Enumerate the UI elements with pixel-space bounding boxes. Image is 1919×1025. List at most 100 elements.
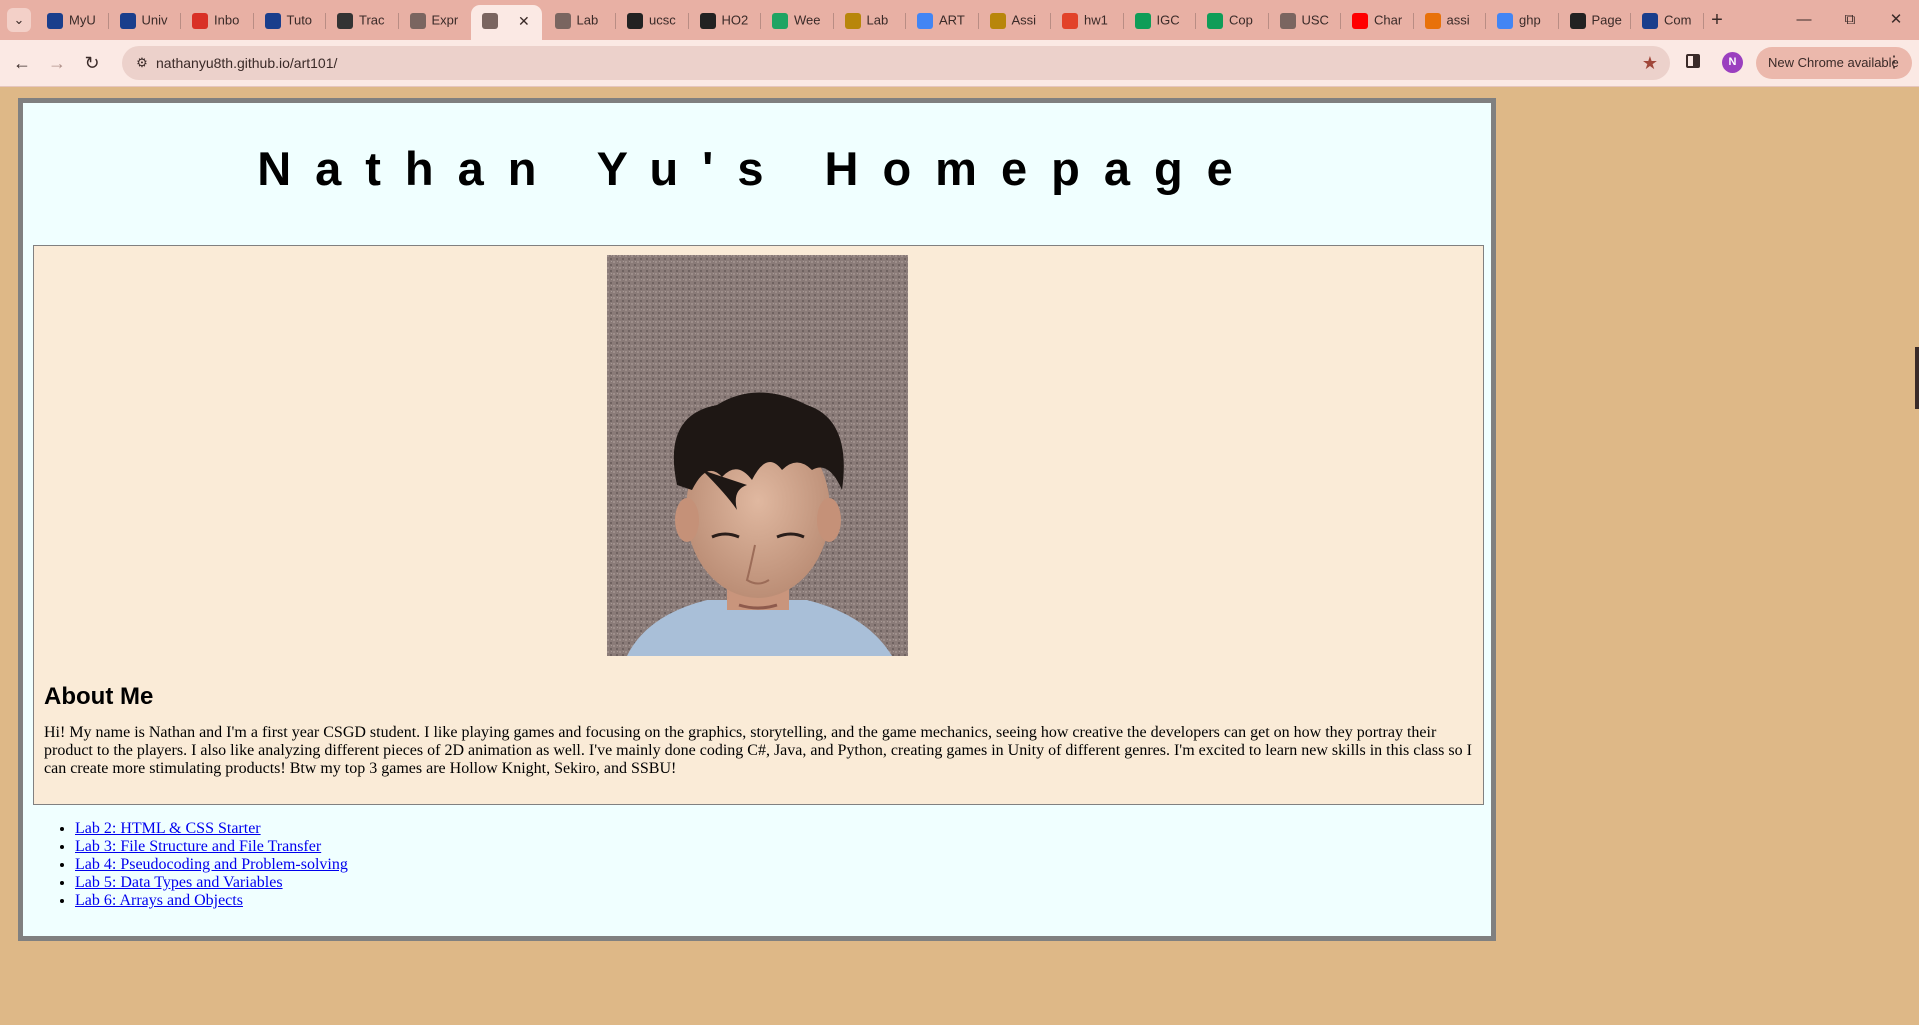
tab-title: USC — [1301, 12, 1329, 28]
tab-title: assi — [1446, 12, 1470, 28]
profile-photo — [607, 255, 908, 656]
tab-12[interactable]: ART — [906, 5, 977, 35]
close-icon: ✕ — [1889, 11, 1903, 28]
forward-button[interactable]: → — [43, 49, 71, 77]
tab-title: Univ — [141, 12, 168, 28]
lab-5-link[interactable]: Lab 5: Data Types and Variables — [75, 874, 283, 891]
lab-links-list: Lab 2: HTML & CSS Starter Lab 3: File St… — [53, 820, 348, 910]
page-title: Nathan Yu's Homepage — [257, 142, 1257, 195]
tab-title: MyU — [69, 12, 96, 28]
tab-22[interactable]: Com — [1631, 5, 1702, 35]
lab-6-link[interactable]: Lab 6: Arrays and Objects — [75, 892, 243, 909]
tab-title: Trac — [359, 12, 385, 28]
lab-3-link[interactable]: Lab 3: File Structure and File Transfer — [75, 838, 321, 855]
tab-0[interactable]: MyU — [36, 5, 107, 35]
tab-title: Cop — [1229, 12, 1253, 28]
page-container: Nathan Yu's Homepage About Me Hi! My nam… — [18, 98, 1496, 941]
back-button[interactable]: ← — [8, 49, 36, 77]
side-panel-icon[interactable] — [1686, 54, 1700, 68]
tab-title: Com — [1664, 12, 1692, 28]
tab-title: ghp — [1519, 12, 1541, 28]
tab-13[interactable]: Assi — [979, 5, 1050, 35]
lab-2-link[interactable]: Lab 2: HTML & CSS Starter — [75, 820, 261, 837]
url-text[interactable]: nathanyu8th.github.io/art101/ — [156, 46, 337, 80]
profile-avatar[interactable]: N — [1722, 52, 1743, 73]
tab-19[interactable]: assi — [1414, 5, 1485, 35]
list-item: Lab 6: Arrays and Objects — [75, 892, 348, 910]
tab-20[interactable]: ghp — [1486, 5, 1557, 35]
site-info-icon[interactable]: ⚙ — [132, 53, 152, 73]
globe-icon — [409, 12, 426, 29]
tab-17[interactable]: USC — [1269, 5, 1340, 35]
tab-title: Wee — [794, 12, 821, 28]
tab-3[interactable]: Tuto — [254, 5, 325, 35]
tab-title: Assi — [1011, 12, 1037, 28]
tab-title: ucsc — [649, 12, 676, 28]
tab-4[interactable]: Trac — [326, 5, 397, 35]
tab-16[interactable]: Cop — [1196, 5, 1267, 35]
restore-button[interactable]: ⧉ — [1827, 0, 1873, 40]
address-bar[interactable]: ⚙ nathanyu8th.github.io/art101/ ★ — [122, 46, 1670, 80]
tab-15[interactable]: IGC — [1124, 5, 1195, 35]
docs-icon — [917, 12, 933, 29]
usc-icon — [119, 12, 136, 29]
usc-icon — [989, 12, 1006, 29]
github-icon — [1569, 12, 1586, 29]
tab-title: Lab — [576, 12, 599, 28]
tab-10[interactable]: Wee — [761, 5, 832, 35]
tab-7[interactable]: Lab — [544, 5, 615, 35]
browser-toolbar: ← → ↻ ⚙ nathanyu8th.github.io/art101/ ★ … — [0, 40, 1919, 87]
more-menu-icon[interactable]: ⋮ — [1886, 47, 1902, 79]
list-item: Lab 3: File Structure and File Transfer — [75, 838, 348, 856]
close-window-button[interactable]: ✕ — [1873, 0, 1919, 40]
tab-18[interactable]: Char — [1341, 5, 1412, 35]
tab-title: ART — [939, 12, 965, 28]
chevron-down-icon: ⌄ — [13, 12, 25, 27]
restore-icon: ⧉ — [1844, 11, 1856, 28]
minimize-button[interactable]: — — [1781, 0, 1827, 40]
tab-6[interactable]: ✕ — [471, 5, 542, 40]
drive-icon — [772, 12, 788, 29]
update-chrome-button[interactable]: New Chrome available ⋮ — [1756, 47, 1912, 79]
close-tab-icon[interactable]: ✕ — [518, 13, 530, 29]
globe-icon — [554, 12, 571, 29]
arrow-left-icon: ← — [13, 53, 31, 73]
tab-title: hw1 — [1084, 12, 1108, 28]
tab-11[interactable]: Lab — [834, 5, 905, 35]
tab-title: Page — [1591, 12, 1622, 28]
arrow-right-icon: → — [48, 53, 66, 73]
tab-5[interactable]: Expr — [399, 5, 470, 35]
lab-4-link[interactable]: Lab 4: Pseudocoding and Problem-solving — [75, 856, 348, 873]
tab-title: Tuto — [286, 12, 313, 28]
github-icon — [699, 12, 716, 29]
globe-icon — [1279, 12, 1296, 29]
list-item: Lab 2: HTML & CSS Starter — [75, 820, 348, 838]
sheets-icon — [1207, 12, 1223, 29]
tab-2[interactable]: Inbo — [181, 5, 252, 35]
new-tab-button[interactable]: + — [1703, 6, 1731, 34]
reload-button[interactable]: ↻ — [78, 49, 106, 77]
tab-search-button[interactable]: ⌄ — [7, 8, 31, 32]
scrollbar[interactable] — [1915, 347, 1919, 409]
usc-icon — [47, 12, 63, 29]
gmail-icon — [192, 12, 208, 29]
sheets-icon — [1134, 12, 1151, 29]
page-viewport: Nathan Yu's Homepage About Me Hi! My nam… — [0, 87, 1919, 1025]
about-heading: About Me — [44, 683, 154, 710]
github-icon — [627, 12, 643, 29]
tab-21[interactable]: Page — [1559, 5, 1630, 35]
tab-14[interactable]: hw1 — [1051, 5, 1122, 35]
tab-strip: ⌄ MyU Univ Inbo Tuto Trac Expr ✕ Lab ucsc HO2 Wee L… — [0, 0, 1919, 40]
tab-8[interactable]: ucsc — [616, 5, 687, 35]
tab-title: IGC — [1156, 12, 1180, 28]
tab-1[interactable]: Univ — [109, 5, 180, 35]
bookmark-star-icon[interactable]: ★ — [1642, 46, 1658, 80]
reload-icon: ↻ — [84, 53, 100, 73]
tab-9[interactable]: HO2 — [689, 5, 760, 35]
usc-icon — [264, 12, 281, 29]
tab-title: Lab — [866, 12, 889, 28]
about-text: Hi! My name is Nathan and I'm a first ye… — [44, 724, 1472, 777]
usc-icon — [1642, 12, 1658, 29]
usc-icon — [844, 12, 861, 29]
update-label: New Chrome available — [1768, 55, 1899, 70]
